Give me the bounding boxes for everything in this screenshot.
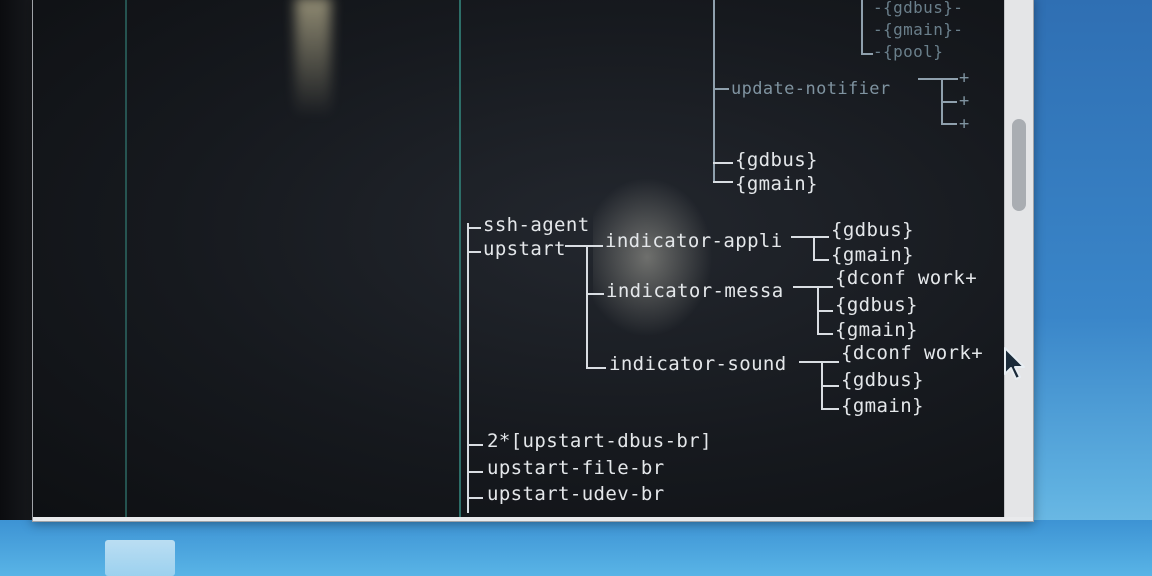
tree-branch-line [821,408,839,410]
tree-node: {gmain} [831,244,914,266]
tree-node: + [959,68,970,88]
tree-node-indicator-sound: indicator-sound [609,353,787,375]
tree-branch-line [813,259,829,261]
tree-branch-line [586,367,606,369]
tree-node: + [959,114,970,134]
tree-node-upstart-dbus: 2*[upstart-dbus-br] [487,430,712,452]
tree-branch-line [941,101,957,103]
tree-node: {gmain} [735,173,818,195]
tree-branch-line [813,236,815,260]
tree-branch-line [565,245,603,247]
terminal-window[interactable]: -{gdbus}- -{gmain}- -{pool} update-notif… [32,0,1034,522]
tree-branch-line [793,286,833,288]
tree-node: {gdbus} [735,149,818,171]
tree-branch-line [861,0,863,55]
tree-branch-line [817,310,833,312]
tree-node-indicator-appli: indicator-appli [605,230,783,252]
tree-node: {gmain} [841,395,924,417]
tree-branch-line [713,88,729,90]
tree-node: {gmain} [835,319,918,341]
tree-node: {gdbus} [835,294,918,316]
tree-node: {gdbus} [841,369,924,391]
tree-branch-line [918,78,958,80]
tree-branch-line [713,181,733,183]
screen-glare [295,0,331,117]
tree-node-indicator-messa: indicator-messa [606,280,784,302]
vertical-scrollbar[interactable] [1004,0,1033,517]
tree-branch-line [467,251,481,253]
tree-node-upstart-udev: upstart-udev-br [487,483,665,505]
terminal-output[interactable]: -{gdbus}- -{gmain}- -{pool} update-notif… [33,0,1005,517]
tree-branch-line [817,333,833,335]
tree-node: -{pool} [873,42,944,61]
tree-node: -{gmain}- [873,20,964,39]
tree-branch-line [467,444,483,446]
taskbar-item[interactable] [105,540,175,576]
tree-branch-line [941,123,957,125]
pane-border [459,0,461,517]
tree-node-ssh-agent: ssh-agent [483,214,590,236]
tree-branch-line [713,162,733,164]
tree-branch-line [861,53,873,55]
tree-node-upstart: upstart [483,238,566,260]
tree-branch-line [799,361,839,363]
tree-node: -{gdbus}- [873,0,964,17]
tree-branch-line [821,385,839,387]
tree-node: + [959,91,970,111]
screen-reflection [593,177,713,337]
tree-node-update-notifier: update-notifier [731,79,891,99]
tree-node: {gdbus} [831,219,914,241]
tree-branch-line [467,227,481,229]
tree-node: {dconf work+ [841,342,984,364]
tree-branch-line [713,0,715,181]
tree-branch-line [586,245,588,369]
pane-border [125,0,127,517]
tree-node: {dconf work+ [835,267,978,289]
tree-branch-line [586,293,604,295]
scrollbar-thumb[interactable] [1012,119,1026,211]
tree-branch-line [467,471,483,473]
tree-branch-line [467,223,469,513]
tree-branch-line [467,497,483,499]
tree-branch-line [791,236,829,238]
tree-node-upstart-file: upstart-file-br [487,457,665,479]
mouse-cursor-icon [1004,347,1025,380]
